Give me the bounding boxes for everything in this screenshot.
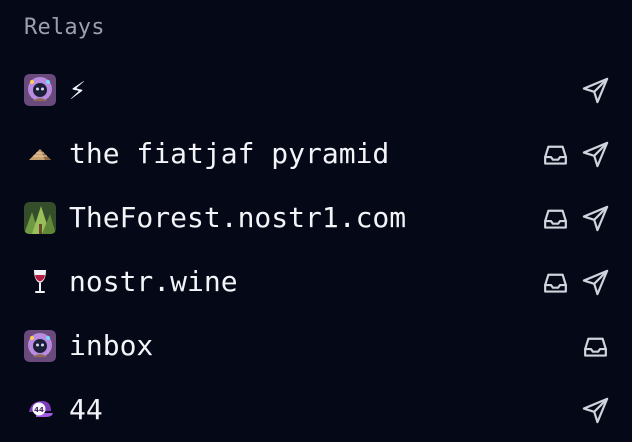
relay-actions <box>538 329 612 363</box>
send-icon[interactable] <box>578 137 612 171</box>
wine-glass-icon <box>24 266 56 298</box>
send-icon[interactable] <box>578 393 612 427</box>
relay-actions <box>538 201 612 235</box>
relay-row-inbox[interactable]: inbox <box>24 314 612 378</box>
relay-actions <box>538 73 612 107</box>
send-icon[interactable] <box>578 201 612 235</box>
send-icon[interactable] <box>578 265 612 299</box>
relay-row-fiatjaf-pyramid[interactable]: the fiatjaf pyramid <box>24 122 612 186</box>
purple-hooded-avatar-icon <box>24 74 56 106</box>
relay-row-theforest[interactable]: TheForest.nostr1.com <box>24 186 612 250</box>
inbox-icon[interactable] <box>538 265 572 299</box>
relay-list: ⚡ the fiatjaf pyramid TheForest.nostr1.c… <box>24 58 612 442</box>
relay-name: 44 <box>69 394 103 426</box>
relay-actions <box>538 137 612 171</box>
relay-name: nostr.wine <box>69 266 238 298</box>
relays-section-title: Relays <box>24 14 105 40</box>
relay-name: inbox <box>69 330 154 362</box>
send-icon[interactable] <box>578 73 612 107</box>
pyramid-icon <box>24 138 56 170</box>
relay-row-nostr-wine[interactable]: nostr.wine <box>24 250 612 314</box>
purple-hooded-avatar-icon <box>24 330 56 362</box>
inbox-icon[interactable] <box>538 201 572 235</box>
svg-text:44: 44 <box>34 406 44 414</box>
inbox-icon[interactable] <box>578 329 612 363</box>
relays-panel: Relays ⚡ the fiatjaf pyramid TheForest.n… <box>0 0 632 442</box>
relay-row-lightning[interactable]: ⚡ <box>24 58 612 122</box>
forest-avatar-icon <box>24 202 56 234</box>
relay-actions <box>538 265 612 299</box>
inbox-icon[interactable] <box>538 137 572 171</box>
cap-44-icon: 44 <box>24 394 56 426</box>
relay-name: the fiatjaf pyramid <box>69 138 390 170</box>
relay-row-44[interactable]: 44 44 <box>24 378 612 442</box>
relay-name: TheForest.nostr1.com <box>69 202 407 234</box>
relay-actions <box>538 393 612 427</box>
relay-name: ⚡ <box>69 74 86 106</box>
